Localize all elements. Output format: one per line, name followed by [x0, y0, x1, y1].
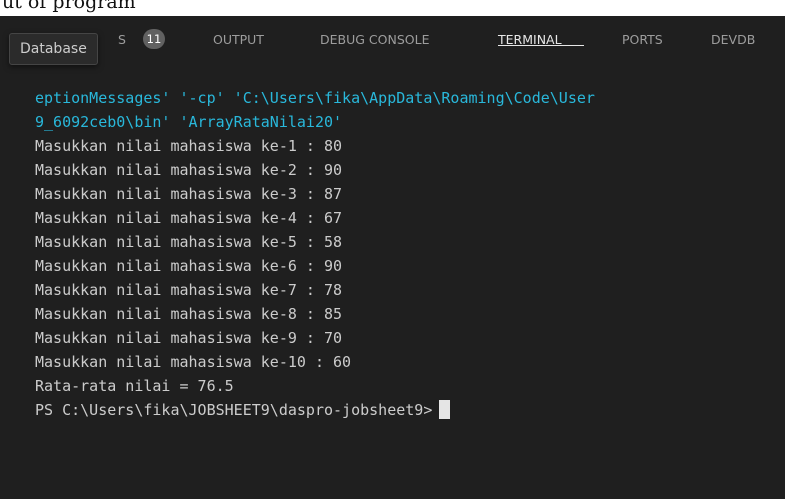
terminal-line: Masukkan nilai mahasiswa ke-3 : 87 — [35, 185, 343, 203]
terminal-line: Masukkan nilai mahasiswa ke-10 : 60 — [35, 353, 352, 371]
terminal-prompt-line[interactable]: PS C:\Users\fika\JOBSHEET9\daspro-jobshe… — [35, 398, 451, 422]
terminal-line: Masukkan nilai mahasiswa ke-6 : 90 — [35, 257, 343, 275]
terminal-output[interactable]: eptionMessages' '-cp' 'C:\Users\fika\App… — [0, 86, 785, 486]
tab-devdb[interactable]: DEVDB — [711, 32, 755, 47]
terminal-line: Rata-rata nilai = 76.5 — [35, 377, 234, 395]
tab-problems[interactable]: S — [118, 32, 126, 47]
problems-count-badge: 11 — [143, 29, 165, 49]
document-text: ut of program — [2, 0, 136, 13]
terminal-line: Masukkan nilai mahasiswa ke-5 : 58 — [35, 233, 343, 251]
document-text-strip: ut of program — [0, 0, 785, 16]
terminal-cursor — [439, 400, 451, 419]
terminal-panel: S 11 OUTPUT DEBUG CONSOLE TERMINAL PORTS… — [0, 16, 785, 499]
terminal-line: Masukkan nilai mahasiswa ke-1 : 80 — [35, 137, 343, 155]
terminal-line: eptionMessages' '-cp' 'C:\Users\fika\App… — [35, 89, 595, 107]
terminal-line: Masukkan nilai mahasiswa ke-9 : 70 — [35, 329, 343, 347]
tab-output[interactable]: OUTPUT — [213, 32, 264, 47]
terminal-line: Masukkan nilai mahasiswa ke-2 : 90 — [35, 161, 343, 179]
terminal-line: Masukkan nilai mahasiswa ke-4 : 67 — [35, 209, 343, 227]
panel-tab-bar: S 11 OUTPUT DEBUG CONSOLE TERMINAL PORTS… — [0, 16, 785, 66]
tab-debug-console[interactable]: DEBUG CONSOLE — [320, 32, 429, 47]
active-tab-indicator — [498, 45, 584, 46]
database-tooltip: Database — [9, 33, 98, 65]
tab-ports[interactable]: PORTS — [622, 32, 663, 47]
terminal-line: Masukkan nilai mahasiswa ke-8 : 85 — [35, 305, 343, 323]
terminal-prompt: PS C:\Users\fika\JOBSHEET9\daspro-jobshe… — [35, 401, 433, 419]
terminal-line: Masukkan nilai mahasiswa ke-7 : 78 — [35, 281, 343, 299]
terminal-line: 9_6092ceb0\bin' 'ArrayRataNilai20' — [35, 113, 343, 131]
